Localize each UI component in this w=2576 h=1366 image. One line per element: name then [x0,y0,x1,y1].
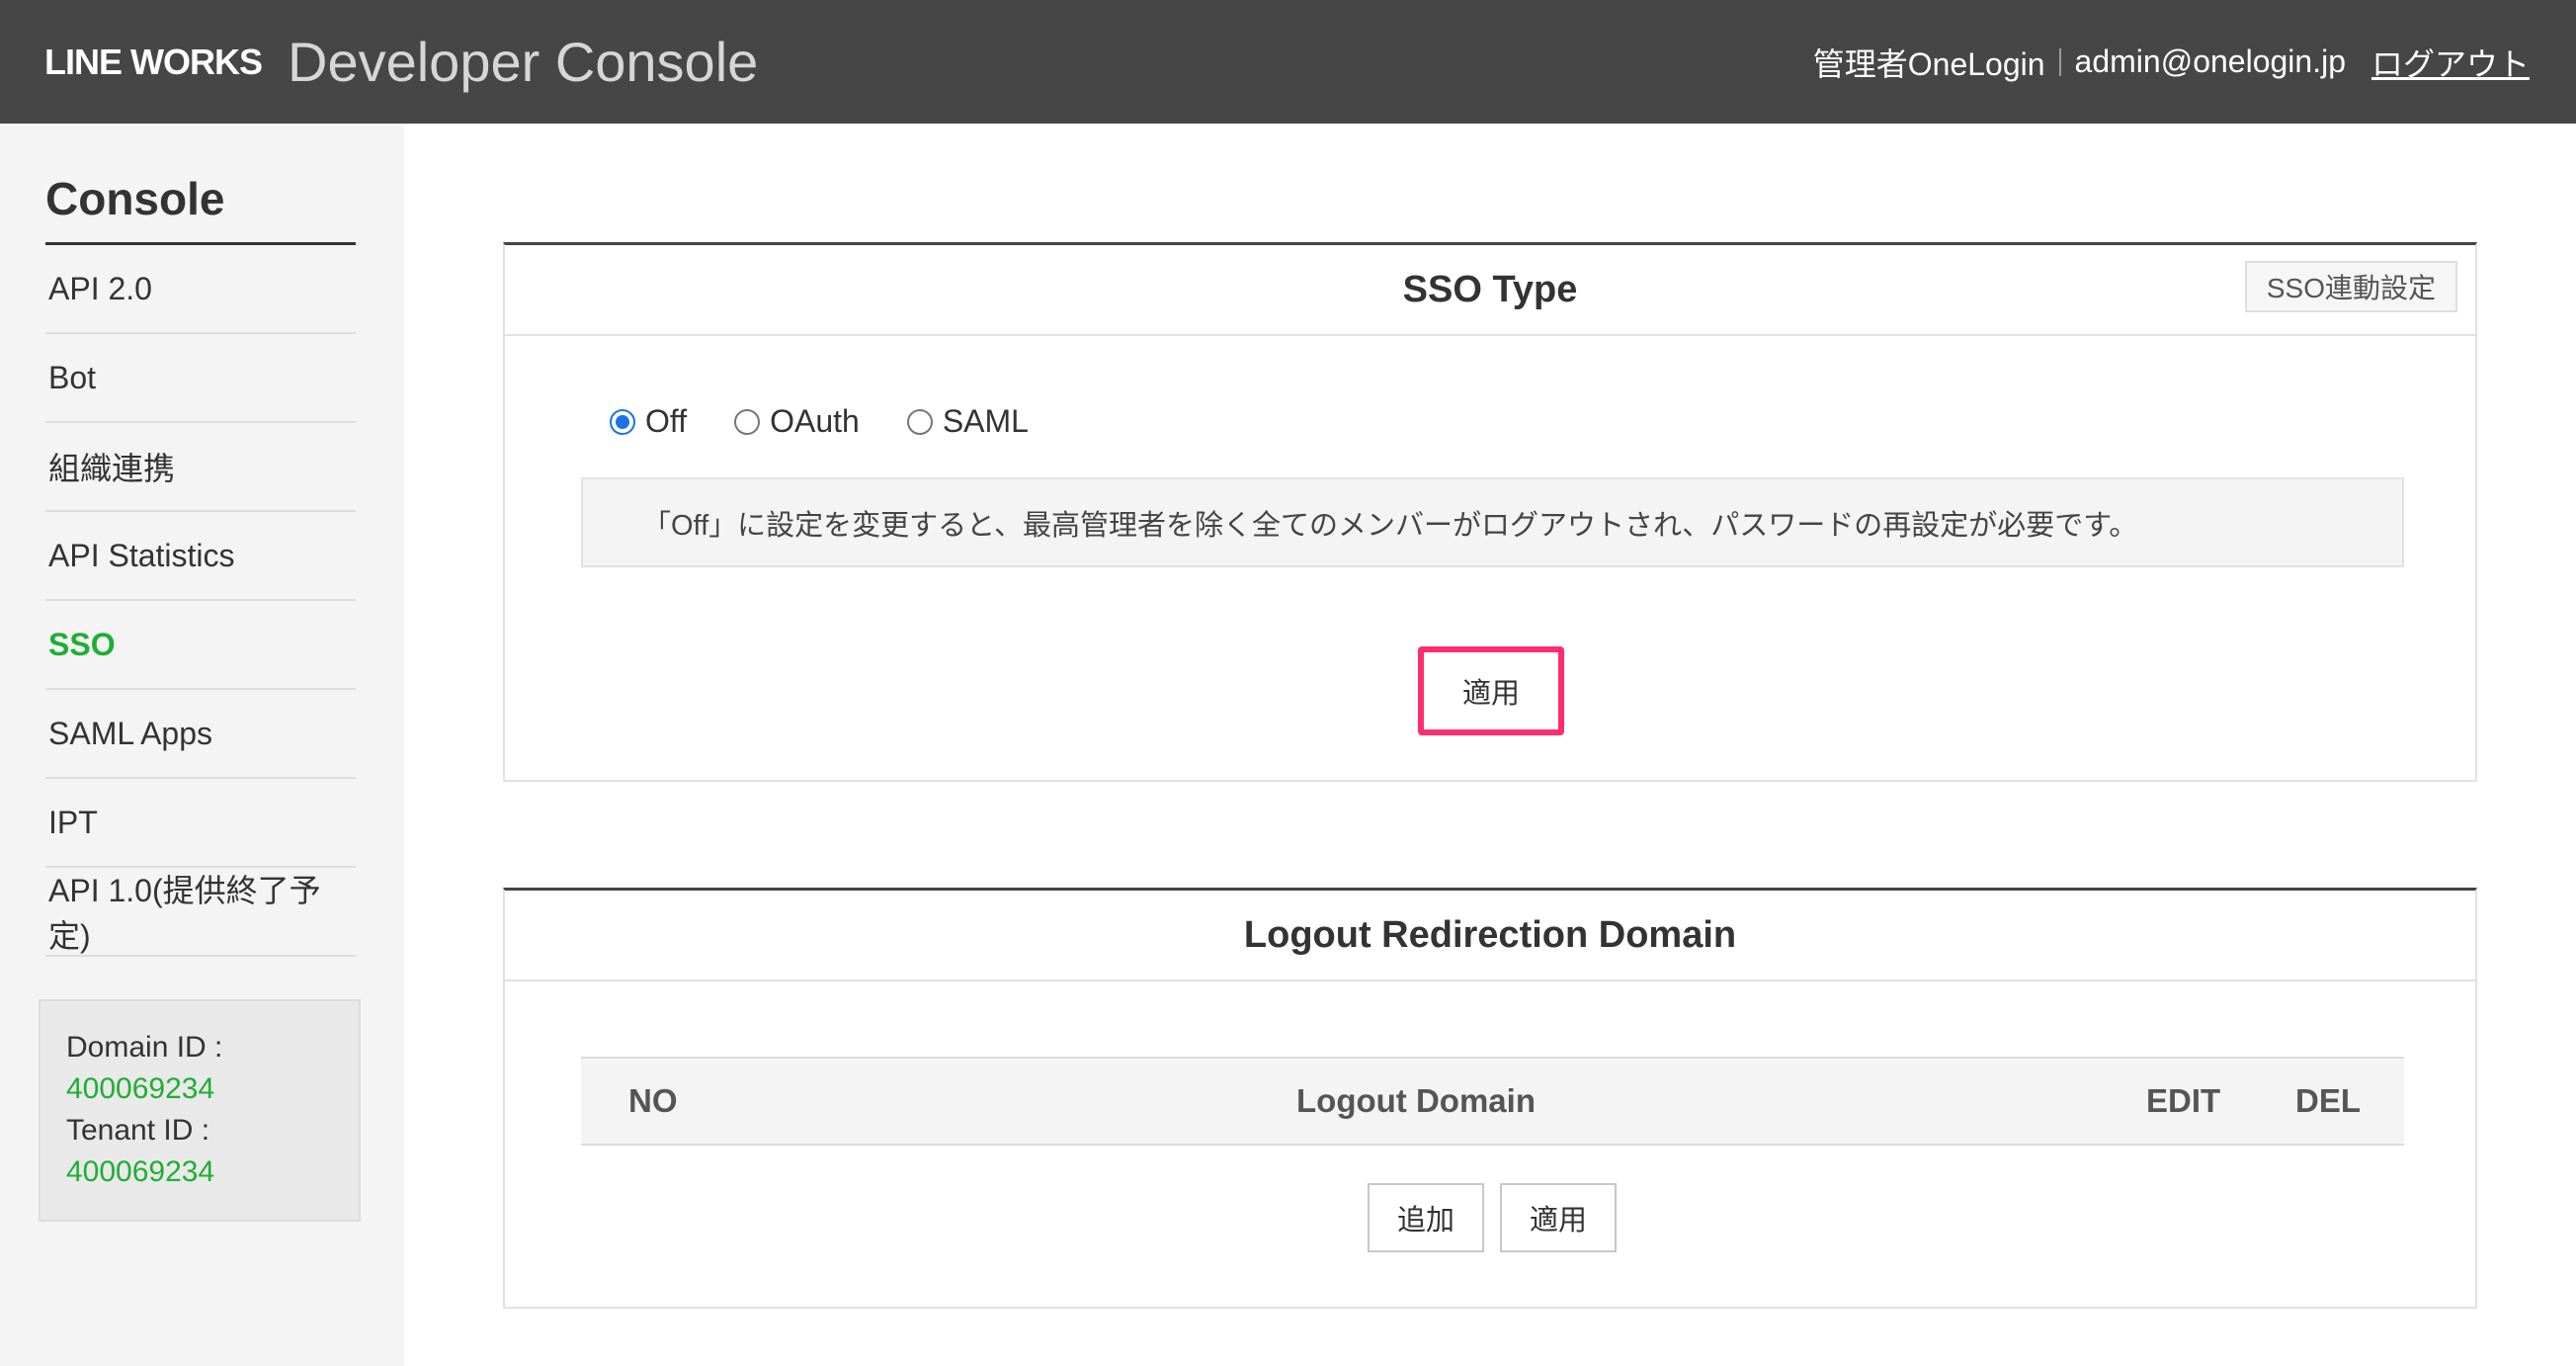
radio-saml[interactable]: SAML [906,403,1029,440]
column-logout-domain: Logout Domain [1296,1082,1536,1119]
logout-link[interactable]: ログアウト [2371,40,2530,85]
domain-info-box: Domain ID : 400069234 Tenant ID : 400069… [39,999,361,1222]
sso-apply-button[interactable]: 適用 [1430,658,1552,724]
radio-oauth-label: OAuth [770,403,860,439]
sidebar-item-api-1-0[interactable]: API 1.0(提供終了予定) [45,868,356,957]
radio-oauth[interactable]: OAuth [734,403,860,440]
app-title: Developer Console [288,31,759,93]
add-domain-button[interactable]: 追加 [1367,1183,1484,1252]
sso-settings-button[interactable]: SSO連動設定 [2244,261,2457,312]
admin-email: admin@onelogin.jp [2074,43,2346,79]
column-edit: EDIT [2146,1082,2221,1119]
radio-off-label: Off [645,403,688,439]
radio-oauth-circle[interactable] [734,408,761,435]
sso-type-title: SSO Type [1402,268,1578,310]
sidebar-item-saml-apps[interactable]: SAML Apps [45,690,356,779]
radio-off[interactable]: Off [610,403,687,440]
domain-id-value: 400069234 [66,1072,215,1105]
logout-redirection-header: Logout Redirection Domain [505,891,2475,982]
sidebar-item-api-statistics[interactable]: API Statistics [45,512,356,601]
line-works-logo[interactable]: LINE WORKS [44,42,263,83]
radio-saml-circle[interactable] [906,408,933,435]
top-header: LINE WORKS Developer Console 管理者OneLogin… [0,0,2576,124]
sidebar-item-ipt[interactable]: IPT [45,779,356,868]
sidebar-title: Console [45,173,225,224]
logout-domain-table-header: NO Logout Domain EDIT DEL [581,1057,2404,1146]
sidebar-item-org-sync[interactable]: 組織連携 [45,423,356,512]
logout-redirection-panel: Logout Redirection Domain NO Logout Doma… [503,888,2477,1309]
domain-id-label: Domain ID : [66,1031,223,1064]
radio-off-circle[interactable] [610,408,635,435]
sidebar-item-sso[interactable]: SSO [45,601,356,690]
radio-saml-label: SAML [942,403,1029,439]
sidebar-item-bot[interactable]: Bot [45,334,356,423]
account-area: 管理者OneLogin admin@onelogin.jp ログアウト [1813,0,2530,124]
brand: LINE WORKS Developer Console [44,0,758,124]
logout-domain-actions: 追加 適用 [505,1183,2479,1252]
divider [2058,47,2061,76]
sso-type-radio-group: Off OAuth SAML [610,403,1076,440]
sso-off-notice: 「Off」に設定を変更すると、最高管理者を除く全てのメンバーがログアウトされ、パ… [581,477,2404,567]
tenant-id-value: 400069234 [66,1155,215,1188]
logout-apply-button[interactable]: 適用 [1500,1183,1618,1252]
logout-redirection-title: Logout Redirection Domain [1243,913,1737,956]
sidebar-item-api-2-0[interactable]: API 2.0 [45,245,356,334]
column-del: DEL [2295,1082,2361,1119]
apply-button-highlight: 適用 [1418,646,1564,735]
sso-type-panel: SSO Type SSO連動設定 Off OAuth SAML 「Off」に設定… [503,242,2477,782]
sso-type-header: SSO Type SSO連動設定 [505,245,2475,336]
admin-name: 管理者OneLogin [1812,45,2045,82]
tenant-id-label: Tenant ID : [66,1114,210,1147]
sso-off-notice-text: 「Off」に設定を変更すると、最高管理者を除く全てのメンバーがログアウトされ、パ… [642,509,2138,542]
sidebar-nav: API 2.0 Bot 組織連携 API Statistics SSO SAML… [45,245,356,957]
